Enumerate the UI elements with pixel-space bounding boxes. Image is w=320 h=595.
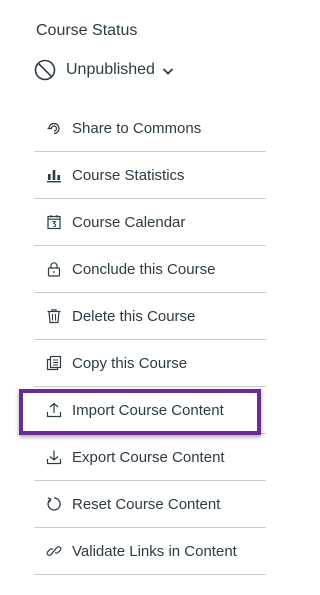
reset-icon bbox=[46, 496, 62, 512]
trash-icon bbox=[46, 308, 62, 324]
publish-status-label: Unpublished bbox=[66, 61, 155, 78]
delete-course-button[interactable]: Delete this Course bbox=[34, 293, 266, 340]
commons-icon bbox=[46, 120, 62, 136]
course-calendar-button[interactable]: Course Calendar bbox=[34, 199, 266, 246]
lock-icon bbox=[46, 261, 62, 277]
statistics-icon bbox=[46, 167, 62, 183]
export-icon bbox=[46, 449, 62, 465]
export-course-content-label: Export Course Content bbox=[72, 448, 225, 466]
share-to-commons-label: Share to Commons bbox=[72, 119, 202, 137]
delete-course-label: Delete this Course bbox=[72, 307, 196, 325]
course-statistics-button[interactable]: Course Statistics bbox=[34, 152, 266, 199]
course-actions-list: Share to Commons Course Statistics Cours… bbox=[34, 105, 266, 575]
conclude-course-button[interactable]: Conclude this Course bbox=[34, 246, 266, 293]
publish-status-dropdown[interactable]: Unpublished bbox=[34, 56, 174, 84]
link-icon bbox=[46, 543, 62, 559]
conclude-course-label: Conclude this Course bbox=[72, 260, 216, 278]
copy-course-button[interactable]: Copy this Course bbox=[34, 340, 266, 387]
import-course-content-button[interactable]: Import Course Content bbox=[34, 387, 266, 434]
copy-course-label: Copy this Course bbox=[72, 354, 188, 372]
validate-links-label: Validate Links in Content bbox=[72, 542, 237, 560]
course-statistics-label: Course Statistics bbox=[72, 166, 185, 184]
export-course-content-button[interactable]: Export Course Content bbox=[34, 434, 266, 481]
import-course-content-label: Import Course Content bbox=[72, 401, 224, 419]
validate-links-button[interactable]: Validate Links in Content bbox=[34, 528, 266, 575]
calendar-icon bbox=[46, 214, 62, 230]
chevron-down-icon bbox=[162, 64, 174, 76]
unpublished-icon bbox=[34, 59, 56, 81]
import-icon bbox=[46, 402, 62, 418]
share-to-commons-button[interactable]: Share to Commons bbox=[34, 105, 266, 152]
course-status-title: Course Status bbox=[36, 22, 138, 39]
reset-course-content-button[interactable]: Reset Course Content bbox=[34, 481, 266, 528]
copy-icon bbox=[46, 355, 62, 371]
course-calendar-label: Course Calendar bbox=[72, 213, 186, 231]
reset-course-content-label: Reset Course Content bbox=[72, 495, 221, 513]
